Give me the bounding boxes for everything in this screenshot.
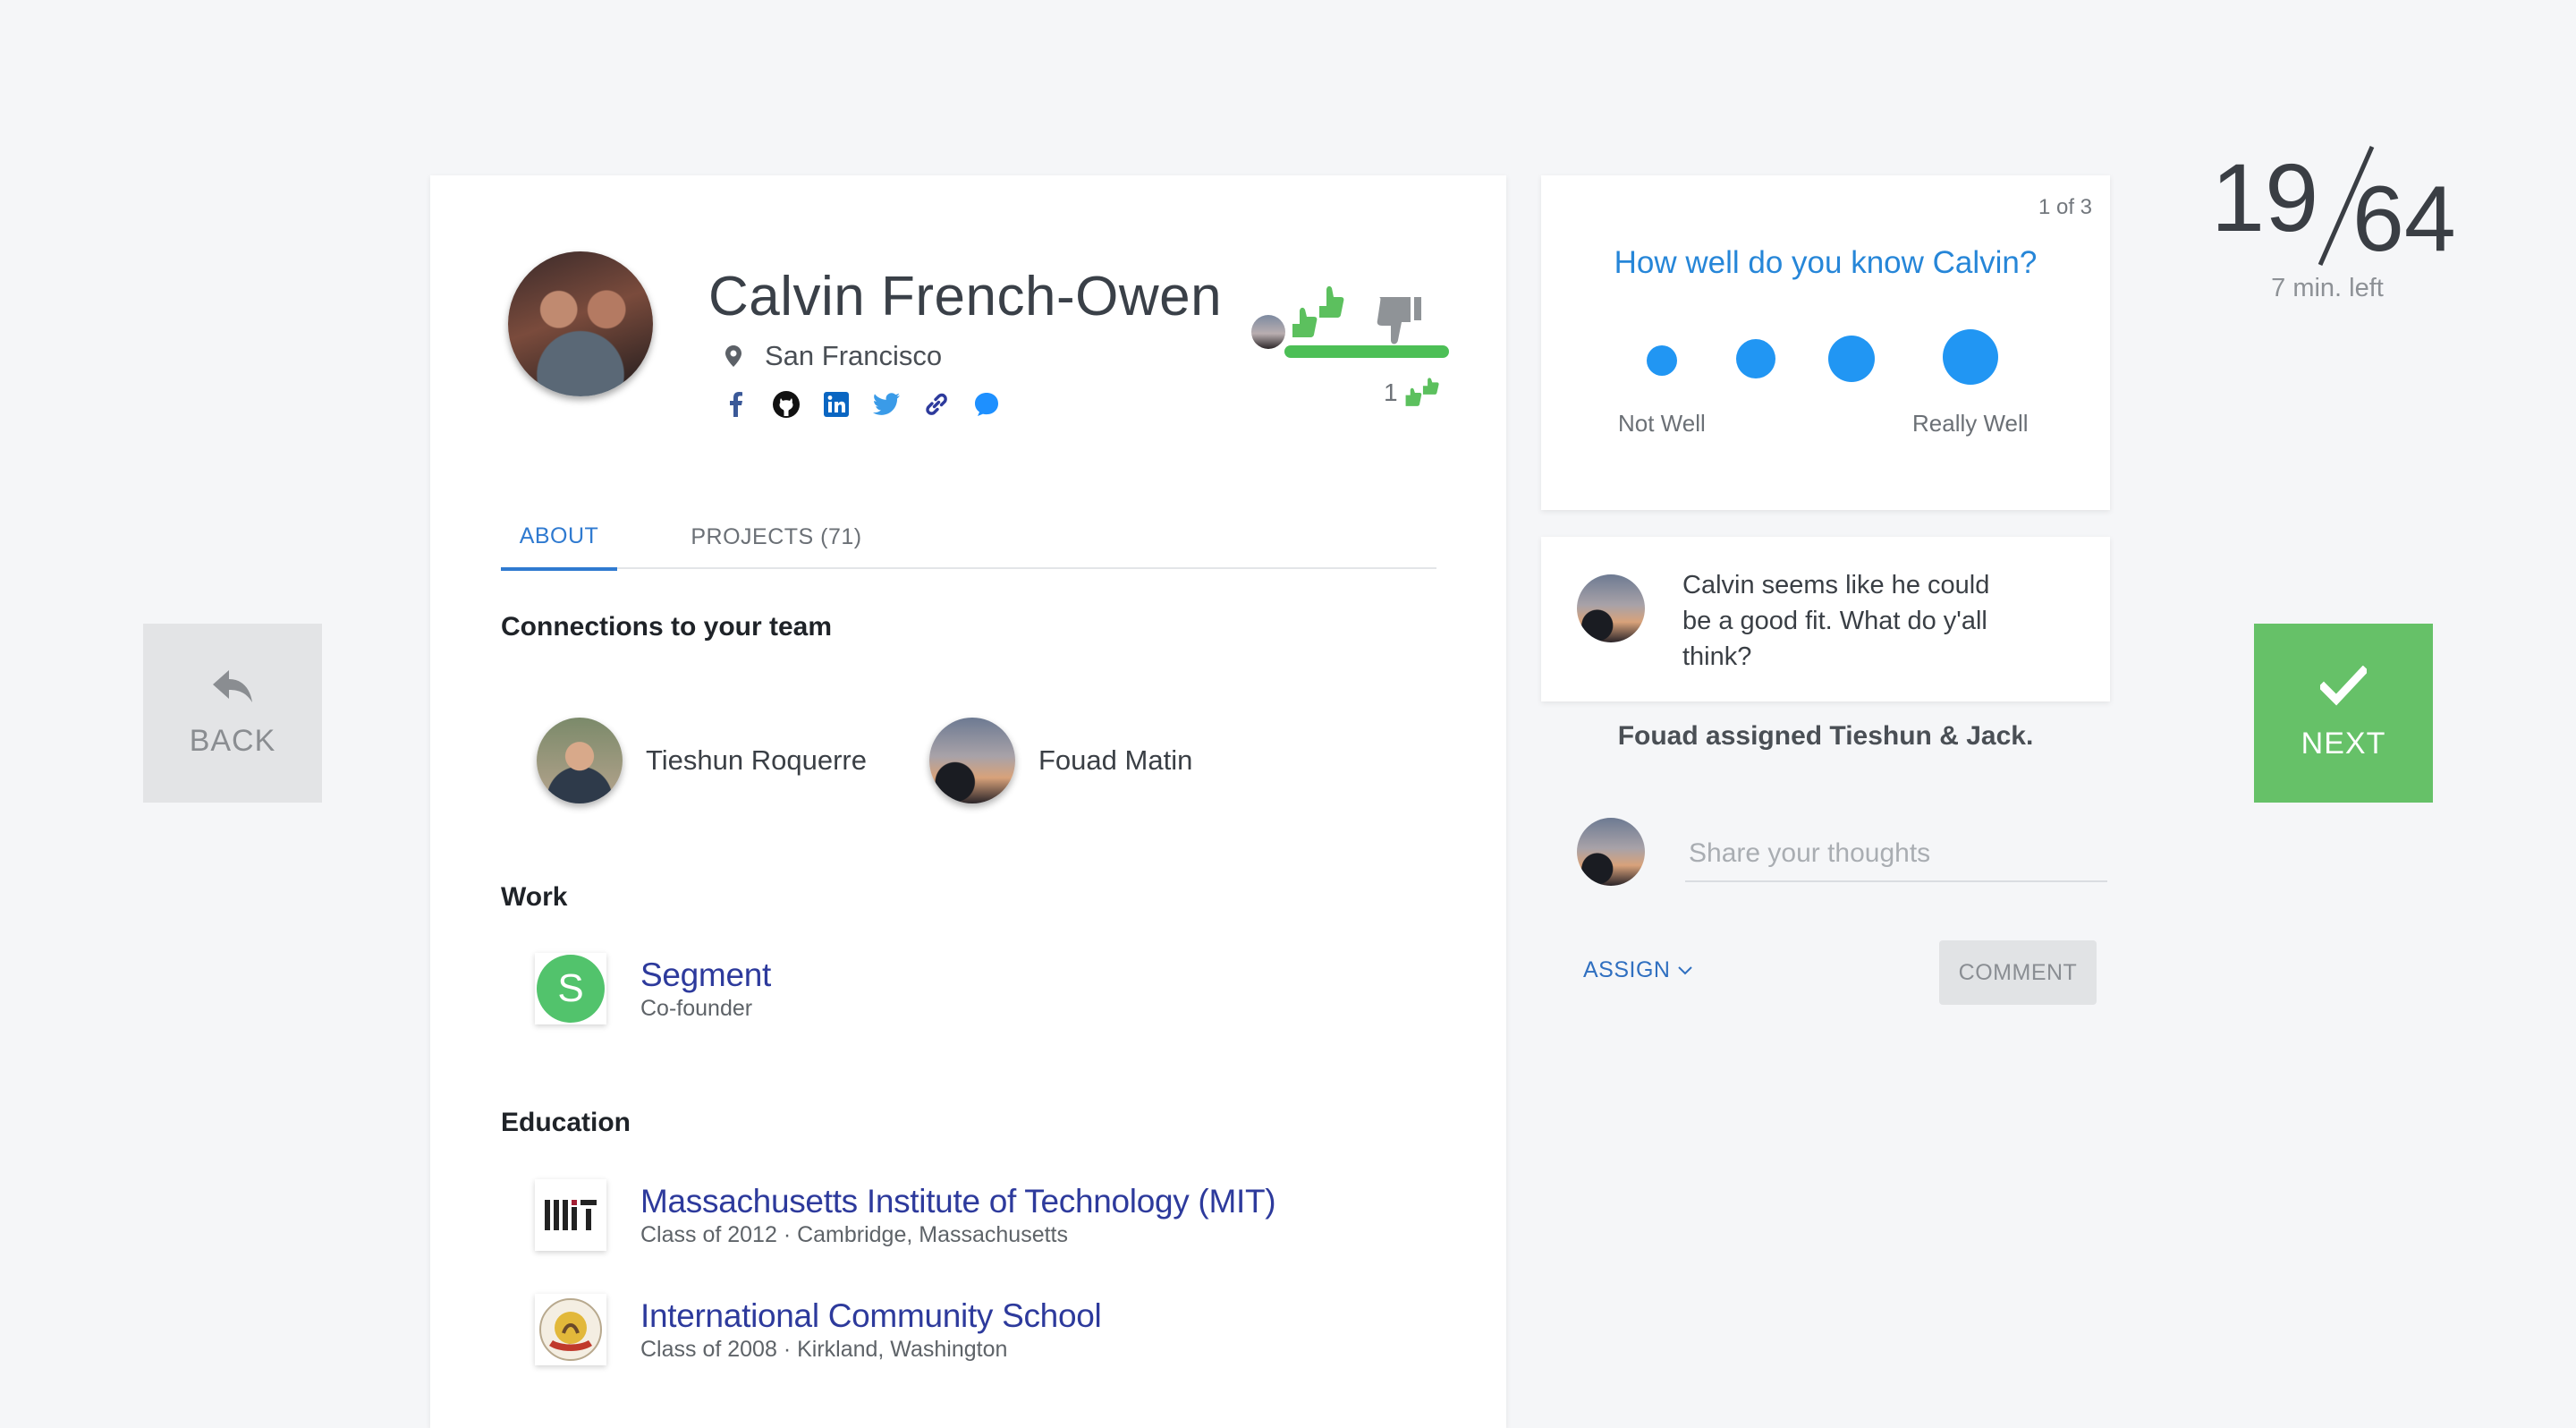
twitter-icon[interactable] <box>872 390 901 419</box>
assign-dropdown[interactable]: ASSIGN <box>1583 957 1693 983</box>
location-pin-icon <box>725 345 741 367</box>
connection-person[interactable]: Fouad Matin <box>929 718 1192 803</box>
connection-name: Fouad Matin <box>1038 744 1193 776</box>
rating-low-label: Not Well <box>1618 410 1706 437</box>
small-thumbs-up-icon <box>1405 378 1439 406</box>
work-title: Work <box>501 882 568 912</box>
location-text: San Francisco <box>765 340 943 371</box>
mit-logo <box>535 1179 606 1251</box>
next-button[interactable]: NEXT <box>2254 624 2433 803</box>
social-links <box>722 390 1001 419</box>
connection-name: Tieshun Roquerre <box>646 744 867 776</box>
comment-button[interactable]: COMMENT <box>1939 940 2097 1005</box>
segment-logo: S <box>535 953 606 1024</box>
page-indicator: 1 of 3 <box>2038 195 2092 219</box>
rating-option-2[interactable] <box>1736 339 1775 378</box>
back-label: BACK <box>189 723 276 758</box>
education-item: International Community School Class of … <box>535 1294 1102 1365</box>
connection-person[interactable]: Tieshun Roquerre <box>537 718 867 803</box>
education-title: Education <box>501 1108 631 1137</box>
assigned-note: Fouad assigned Tieshun & Jack. <box>1617 721 2034 751</box>
checkmark-icon <box>2320 665 2367 705</box>
rating-option-4[interactable] <box>1943 329 1998 385</box>
avatar <box>537 718 623 803</box>
voter-avatar <box>1251 315 1285 349</box>
linkedin-icon[interactable] <box>822 390 851 419</box>
profile-avatar <box>508 251 653 396</box>
progress-counter: 19 64 <box>2200 134 2469 271</box>
rating-question: How well do you know Calvin? <box>1614 245 2038 280</box>
thumbs-down-icon[interactable] <box>1375 295 1423 347</box>
tab-about[interactable]: ABOUT <box>501 505 617 571</box>
vote-count-number: 1 <box>1384 378 1398 406</box>
facebook-icon[interactable] <box>722 390 750 419</box>
work-item: S Segment Co-founder <box>535 953 771 1024</box>
chevron-down-icon <box>1678 965 1693 974</box>
assign-label: ASSIGN <box>1583 957 1671 982</box>
profile-location: San Francisco <box>725 340 942 372</box>
education-details: Class of 2012 · Cambridge, Massachusetts <box>640 1221 1068 1247</box>
counter-total: 64 <box>2352 167 2456 271</box>
profile-card: Calvin French-Owen San Francisco 1 ABOUT… <box>430 175 1506 1428</box>
next-label: NEXT <box>2301 726 2386 761</box>
tab-projects[interactable]: PROJECTS (71) <box>687 505 866 569</box>
connections-title: Connections to your team <box>501 612 833 642</box>
rating-option-1[interactable] <box>1647 345 1677 376</box>
work-org-name[interactable]: Segment <box>640 956 771 994</box>
rating-high-label: Really Well <box>1912 410 2029 437</box>
comment-card: Calvin seems like he could be a good fit… <box>1541 537 2110 701</box>
education-school-name[interactable]: International Community School <box>640 1297 1102 1335</box>
thumbs-up-icon[interactable] <box>1289 285 1344 344</box>
back-button[interactable]: BACK <box>143 624 322 803</box>
profile-name: Calvin French-Owen <box>708 266 1223 327</box>
ics-logo <box>535 1294 606 1365</box>
education-details: Class of 2008 · Kirkland, Washington <box>640 1336 1008 1362</box>
education-school-name[interactable]: Massachusetts Institute of Technology (M… <box>640 1183 1276 1220</box>
profile-tabs: ABOUT PROJECTS (71) <box>501 505 1436 571</box>
thoughts-input[interactable]: Share your thoughts <box>1685 827 2107 882</box>
avatar <box>929 718 1015 803</box>
vote-count: 1 <box>1384 378 1439 408</box>
rating-option-3[interactable] <box>1828 336 1875 382</box>
rating-card: 1 of 3 How well do you know Calvin? Not … <box>1541 175 2110 510</box>
work-role: Co-founder <box>640 995 753 1021</box>
avatar <box>1577 574 1645 642</box>
vote-ratio-bar <box>1284 345 1449 358</box>
link-icon[interactable] <box>922 390 951 419</box>
avatar <box>1577 818 1645 886</box>
reply-arrow-icon <box>213 669 252 702</box>
comment-text: Calvin seems like he could be a good fit… <box>1682 571 1990 671</box>
education-item: Massachusetts Institute of Technology (M… <box>535 1179 1276 1251</box>
chat-icon[interactable] <box>972 390 1001 419</box>
time-left: 7 min. left <box>2271 274 2384 302</box>
github-icon[interactable] <box>772 390 801 419</box>
